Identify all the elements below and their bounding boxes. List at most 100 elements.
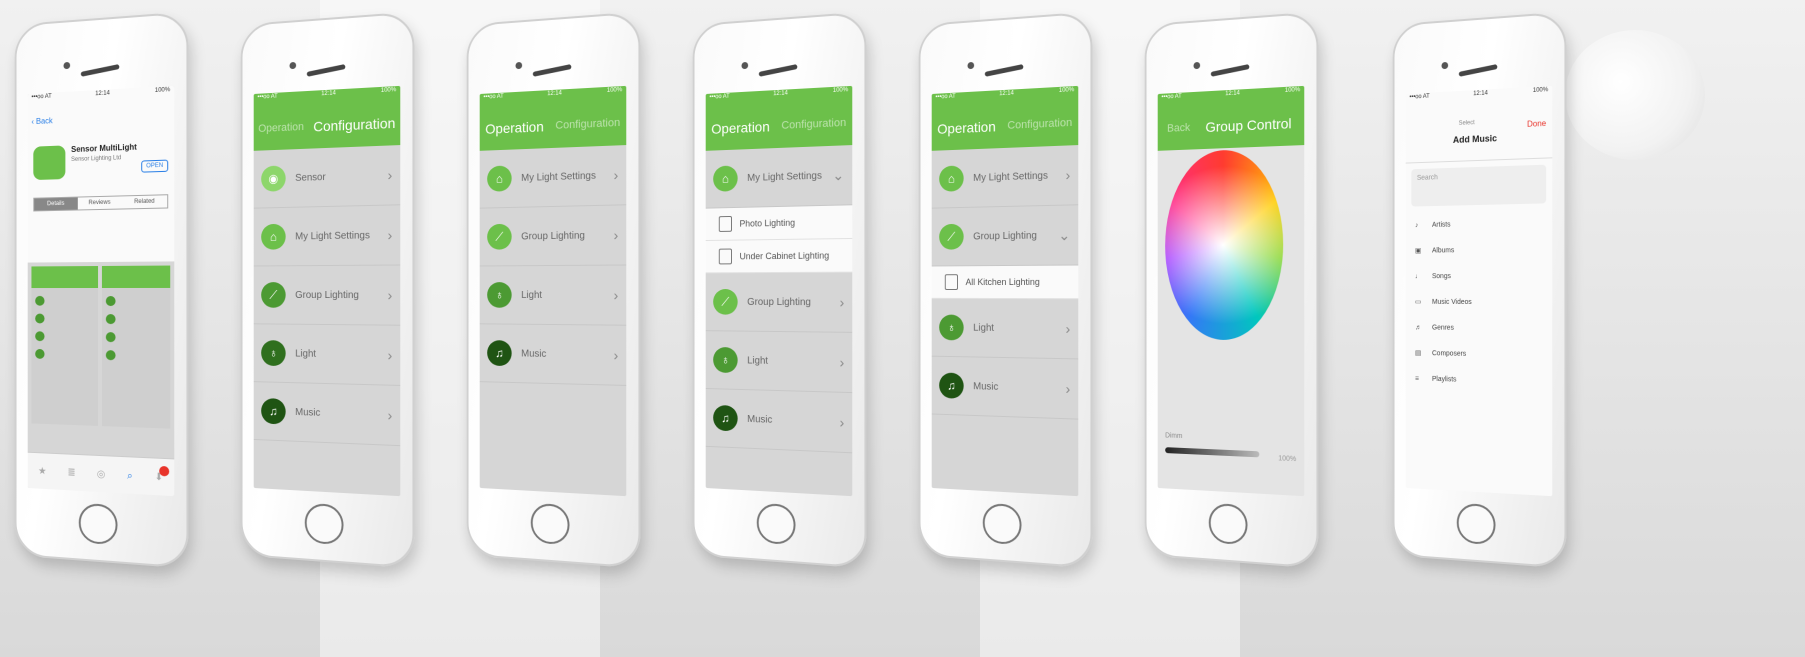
music-category[interactable]: ≡ Playlists (1406, 365, 1553, 395)
list-item[interactable]: ⟋ Group Lighting › (705, 272, 853, 333)
chevron-right-icon: › (1065, 320, 1071, 337)
list-item[interactable]: ⟋ Group Lighting › (253, 265, 401, 326)
tab-configuration[interactable]: Configuration (313, 115, 395, 135)
screen: •••oo AT 12:14 100% Back Group Control D… (1157, 85, 1305, 497)
home-button[interactable] (982, 502, 1022, 546)
list-item[interactable]: ♫ Music › (705, 388, 853, 454)
camera-icon (741, 61, 749, 70)
sub-item[interactable]: Photo Lighting (705, 205, 853, 241)
phone-add-music: •••oo AT 12:14 100% Select Add Music Don… (1392, 11, 1567, 569)
carrier-text: •••oo AT (935, 93, 956, 101)
category-label: Genres (1431, 324, 1454, 332)
carrier-text: •••oo AT (1409, 93, 1430, 101)
search-input[interactable]: Search (1411, 164, 1547, 207)
clock-text: 12:14 (1473, 90, 1488, 98)
list-item[interactable]: ♁ Light › (931, 298, 1079, 360)
home-button[interactable] (304, 502, 344, 546)
music-category[interactable]: ▤ Composers (1406, 340, 1553, 369)
camera-icon (967, 61, 975, 70)
tab-explore-icon[interactable]: ◎ (97, 468, 105, 479)
list-item-expanded[interactable]: ⟋ Group Lighting ⌄ (931, 205, 1079, 267)
item-label: Light (521, 289, 543, 301)
back-button[interactable]: Back (1167, 122, 1190, 135)
done-button[interactable]: Done (1527, 119, 1546, 129)
brightness-slider[interactable] (1165, 447, 1260, 458)
sub-item-label: Under Cabinet Lighting (739, 250, 830, 262)
list-item[interactable]: ♫ Music › (253, 382, 401, 447)
chevron-right-icon: › (613, 166, 619, 184)
tab-top-charts-icon[interactable]: ≣ (67, 467, 75, 478)
list-item[interactable]: ♁ Light › (253, 324, 401, 386)
category-label: Artists (1431, 221, 1451, 229)
chevron-down-icon: ⌄ (1058, 226, 1071, 243)
item-label: Music (295, 406, 321, 419)
group-link-icon (944, 274, 958, 290)
color-wheel[interactable] (1165, 147, 1284, 341)
segment-reviews[interactable]: Reviews (77, 196, 121, 209)
tab-featured-icon[interactable]: ★ (38, 465, 46, 476)
list-item[interactable]: ⌂ My Light Settings › (253, 205, 401, 267)
open-button[interactable]: OPEN (141, 159, 169, 173)
bulb-icon: ♁ (487, 282, 512, 308)
bulb-icon: ♁ (939, 314, 964, 341)
music-category[interactable]: ♬ Genres (1406, 315, 1553, 343)
category-label: Music Videos (1431, 298, 1472, 306)
home-button[interactable] (756, 502, 796, 546)
list-item[interactable]: ⌂ My Light Settings › (479, 145, 627, 209)
tab-operation[interactable]: Operation (937, 118, 995, 136)
screenshot-thumb (101, 265, 171, 429)
house-icon: ⌂ (487, 165, 512, 192)
screen: •••oo AT 12:14 100% Select Add Music Don… (1405, 85, 1553, 497)
list-item[interactable]: ♁ Light › (705, 331, 853, 394)
bulb-icon: ◉ (261, 165, 286, 192)
segment-related[interactable]: Related (122, 195, 167, 208)
camera-icon (289, 61, 297, 70)
clock-text: 12:14 (95, 90, 110, 98)
list-item[interactable]: ♫ Music › (931, 356, 1079, 420)
home-button[interactable] (1208, 502, 1248, 546)
page-title: Group Control (1205, 115, 1292, 136)
music-icon: ♫ (487, 340, 512, 367)
music-category[interactable]: ▣ Albums (1406, 236, 1553, 264)
tab-search-icon[interactable]: ⌕ (127, 470, 133, 481)
screenshot-gallery[interactable] (28, 261, 175, 432)
nav-bar: Back Group Control (1157, 100, 1305, 151)
music-category[interactable]: ♪ Artists (1406, 209, 1553, 238)
list-item[interactable]: ♫ Music › (479, 324, 627, 386)
pendant-lamp (1565, 30, 1705, 160)
list-item[interactable]: ⌂ My Light Settings › (931, 145, 1079, 209)
tab-configuration[interactable]: Configuration (781, 117, 846, 132)
music-header: Select Add Music Done (1405, 100, 1553, 164)
tab-configuration[interactable]: Configuration (555, 117, 620, 132)
chevron-right-icon: › (839, 294, 845, 311)
battery-text: 100% (832, 87, 849, 95)
list-item[interactable]: ♁ Light › (479, 265, 627, 326)
carrier-text: •••oo AT (483, 93, 504, 101)
carrier-text: •••oo AT (709, 93, 730, 101)
chevron-right-icon: › (613, 346, 619, 364)
tab-operation[interactable]: Operation (258, 121, 304, 135)
tab-updates-icon[interactable]: ⬇ (155, 465, 170, 483)
item-label: Light (295, 348, 317, 360)
list-item[interactable]: ◉ Sensor › (253, 145, 401, 209)
scene-icon (718, 215, 732, 232)
home-button[interactable] (78, 502, 118, 546)
camera-icon (63, 61, 71, 70)
segment-details[interactable]: Details (34, 197, 78, 211)
home-button[interactable] (530, 502, 570, 546)
item-label: Music (521, 348, 547, 360)
item-label: Music (747, 413, 773, 426)
tab-operation[interactable]: Operation (485, 118, 543, 136)
sub-item[interactable]: Under Cabinet Lighting (705, 238, 853, 274)
chevron-right-icon: › (839, 414, 845, 431)
back-button[interactable]: ‹ Back (31, 116, 52, 126)
tab-configuration[interactable]: Configuration (1007, 117, 1072, 132)
music-category[interactable]: ♩ Songs (1406, 262, 1553, 289)
home-button[interactable] (1456, 502, 1496, 546)
list-item-expanded[interactable]: ⌂ My Light Settings ⌄ (705, 145, 853, 209)
list-item[interactable]: ⟋ Group Lighting › (479, 205, 627, 267)
tab-operation[interactable]: Operation (711, 118, 769, 136)
music-category[interactable]: ▭ Music Videos (1406, 289, 1553, 316)
sub-item[interactable]: All Kitchen Lighting (931, 265, 1079, 300)
category-label: Songs (1431, 272, 1451, 280)
